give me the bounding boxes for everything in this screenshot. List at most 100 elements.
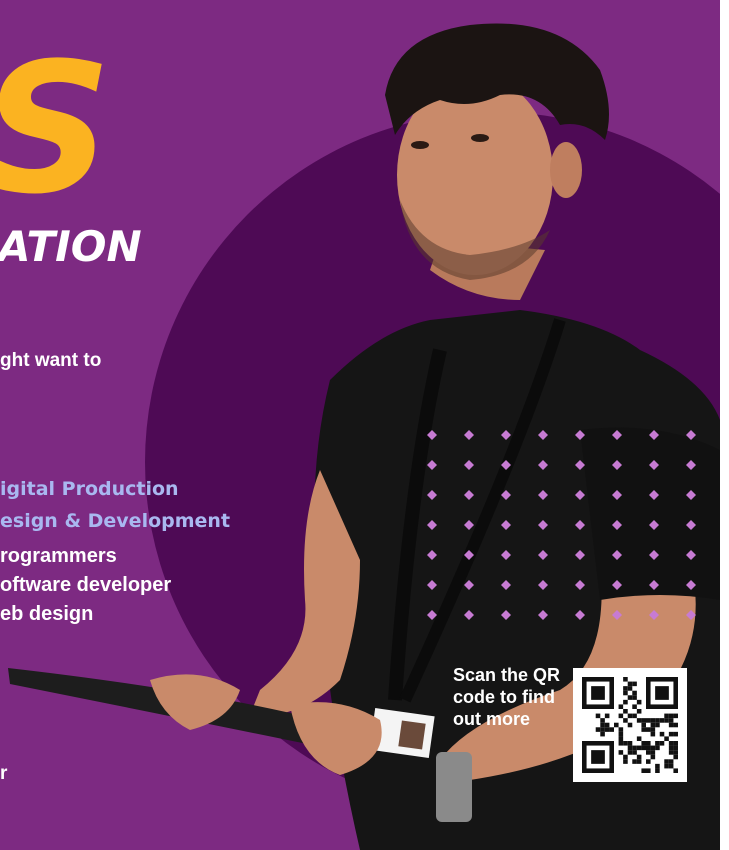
poster: S ATION ght want to igital Production es… bbox=[0, 0, 720, 850]
decorative-dot bbox=[464, 610, 474, 620]
qr-module bbox=[650, 718, 656, 723]
decorative-dot bbox=[464, 550, 474, 560]
decorative-dot bbox=[575, 460, 585, 470]
decorative-dot bbox=[686, 580, 696, 590]
qr-module bbox=[664, 759, 669, 764]
decorative-dot bbox=[686, 520, 696, 530]
decorative-dot bbox=[649, 580, 659, 590]
decorative-dot bbox=[464, 490, 474, 500]
qr-module bbox=[623, 709, 628, 714]
qr-module bbox=[623, 759, 628, 764]
decorative-dot bbox=[649, 520, 659, 530]
qr-module bbox=[636, 718, 642, 723]
decorative-dot bbox=[575, 430, 585, 440]
decorative-dot bbox=[427, 490, 437, 500]
decorative-dot bbox=[501, 610, 511, 620]
qr-module bbox=[632, 759, 637, 764]
qr-module bbox=[650, 745, 656, 751]
qr-module bbox=[623, 741, 628, 746]
qr-module bbox=[664, 736, 669, 741]
decorative-dot bbox=[464, 520, 474, 530]
qr-module bbox=[668, 718, 674, 723]
qr-module bbox=[641, 718, 646, 723]
qr-finder bbox=[591, 750, 605, 764]
qr-module bbox=[604, 722, 610, 728]
qr-module bbox=[609, 727, 614, 732]
qr-module bbox=[595, 727, 601, 732]
decorative-dot bbox=[538, 520, 548, 530]
decorative-dot bbox=[501, 490, 511, 500]
decorative-dot bbox=[612, 490, 622, 500]
qr-module bbox=[623, 677, 628, 682]
qr-module bbox=[627, 713, 633, 719]
decorative-dot bbox=[612, 520, 622, 530]
qr-module bbox=[673, 768, 678, 773]
decorative-dot bbox=[649, 430, 659, 440]
qr-module bbox=[641, 722, 646, 728]
qr-module bbox=[641, 745, 646, 751]
qr-module bbox=[632, 695, 637, 700]
qr-caption-line: Scan the QR bbox=[453, 665, 561, 685]
qr-module bbox=[668, 759, 674, 764]
qr-module bbox=[636, 759, 642, 764]
decorative-dot bbox=[686, 490, 696, 500]
decorative-dot bbox=[612, 610, 622, 620]
qr-module bbox=[650, 722, 656, 728]
qr-code-icon bbox=[582, 677, 678, 773]
decorative-dot bbox=[538, 550, 548, 560]
decorative-dot bbox=[427, 610, 437, 620]
qr-module bbox=[659, 741, 665, 746]
qr-module bbox=[618, 741, 624, 746]
qr-module bbox=[618, 713, 624, 719]
decorative-dot bbox=[464, 580, 474, 590]
decorative-dot bbox=[427, 430, 437, 440]
qr-code[interactable] bbox=[573, 668, 687, 782]
qr-module bbox=[604, 713, 610, 719]
qr-module bbox=[636, 736, 642, 741]
qr-module bbox=[636, 745, 642, 751]
qr-module bbox=[618, 731, 624, 737]
qr-module bbox=[632, 750, 637, 755]
decorative-dot bbox=[649, 550, 659, 560]
decorative-dot bbox=[575, 490, 585, 500]
qr-module bbox=[636, 754, 642, 760]
qr-module bbox=[673, 741, 678, 746]
qr-module bbox=[623, 754, 628, 760]
qr-module bbox=[600, 722, 605, 728]
decorative-dot bbox=[501, 460, 511, 470]
qr-caption-line: code to find bbox=[453, 687, 555, 707]
qr-module bbox=[632, 713, 637, 719]
qr-module bbox=[664, 763, 669, 769]
qr-module bbox=[664, 713, 669, 719]
qr-module bbox=[673, 750, 678, 755]
qr-module bbox=[604, 727, 610, 732]
decorative-dot bbox=[575, 610, 585, 620]
qr-module bbox=[655, 722, 660, 728]
qr-module bbox=[668, 713, 674, 719]
decorative-dot bbox=[649, 490, 659, 500]
qr-module bbox=[673, 731, 678, 737]
decorative-dot bbox=[612, 580, 622, 590]
qr-module bbox=[614, 722, 619, 728]
qr-module bbox=[632, 704, 637, 709]
qr-module bbox=[627, 686, 633, 691]
decorative-dot bbox=[538, 430, 548, 440]
decorative-dot bbox=[686, 610, 696, 620]
decorative-dot bbox=[686, 550, 696, 560]
qr-module bbox=[650, 727, 656, 732]
qr-module bbox=[655, 745, 660, 751]
qr-module bbox=[627, 741, 633, 746]
decorative-dot bbox=[538, 580, 548, 590]
decorative-dot bbox=[538, 610, 548, 620]
qr-module bbox=[668, 763, 674, 769]
qr-module bbox=[618, 704, 624, 709]
qr-caption-line: out more bbox=[453, 709, 531, 729]
qr-module bbox=[600, 718, 605, 723]
qr-module bbox=[627, 681, 633, 687]
qr-module bbox=[600, 727, 605, 732]
decorative-dot bbox=[612, 460, 622, 470]
qr-module bbox=[632, 745, 637, 751]
decorative-dot bbox=[427, 520, 437, 530]
qr-module bbox=[664, 718, 669, 723]
decorative-dot bbox=[575, 550, 585, 560]
